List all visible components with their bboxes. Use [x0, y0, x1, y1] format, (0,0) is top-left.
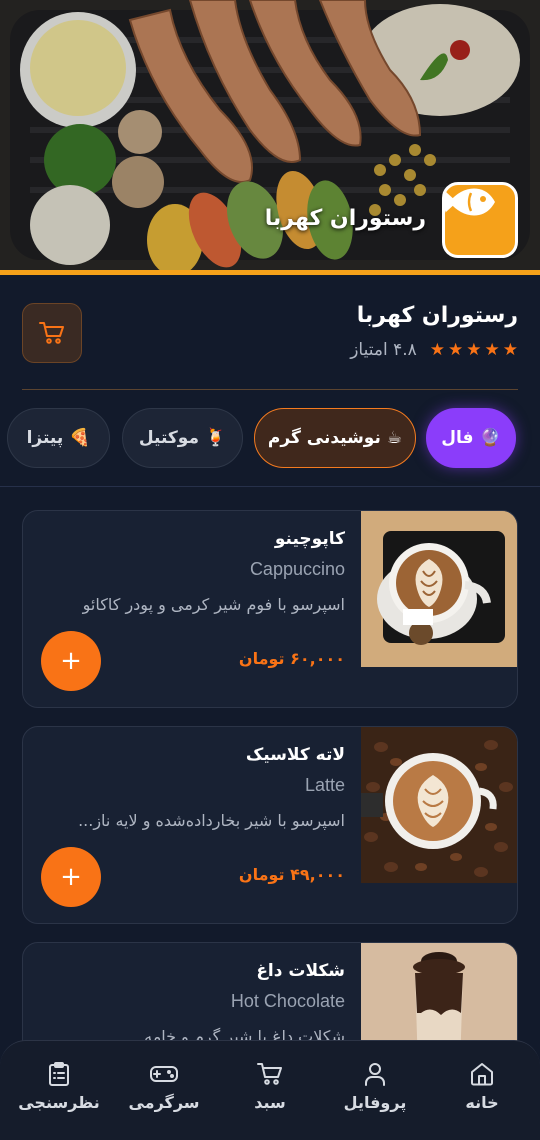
- nav-survey[interactable]: نظرسنجی: [11, 1061, 107, 1112]
- star-icon: ★: [448, 340, 464, 360]
- item-title: شکلات داغ: [256, 961, 345, 981]
- item-title: کاپوچینو: [274, 529, 345, 549]
- rating-value: ۴.۸: [393, 340, 417, 360]
- crystal-ball-icon: 🔮: [479, 428, 501, 448]
- nav-profile[interactable]: پروفایل: [327, 1061, 423, 1112]
- rating-row: ★ ★ ★ ★ ★ ۴.۸ امتیاز: [350, 340, 518, 360]
- menu-item-card[interactable]: کاپوچینو Cappuccino اسپرسو با فوم شیر کر…: [22, 510, 518, 708]
- category-pizza[interactable]: 🍕 پیتزا: [7, 408, 110, 468]
- rating-suffix: امتیاز: [350, 340, 388, 360]
- nav-profile-label: پروفایل: [343, 1093, 407, 1112]
- item-description: اسپرسو با شیر بخارداده‌شده و لایه ناز...: [78, 811, 345, 830]
- add-to-cart-button[interactable]: +: [41, 847, 101, 907]
- home-icon: [471, 1063, 493, 1086]
- hero-banner: رستوران کهربا: [0, 0, 540, 272]
- cart-button[interactable]: [22, 303, 82, 363]
- hero-restaurant-name: رستوران کهربا: [264, 206, 426, 231]
- category-label: فال: [441, 428, 474, 448]
- category-mocktail[interactable]: 🍹 موکتیل: [122, 408, 243, 468]
- menu-item-card[interactable]: لاته کلاسیک Latte اسپرسو با شیر بخارداده…: [22, 726, 518, 924]
- category-bar: 🔮 فال ☕ نوشیدنی گرم 🍹 موکتیل 🍕 پیتزا: [0, 408, 540, 470]
- category-label: نوشیدنی گرم: [267, 428, 381, 448]
- category-label: پیتزا: [26, 428, 64, 448]
- nav-home[interactable]: خانه: [434, 1061, 530, 1112]
- clipboard-icon: [49, 1062, 69, 1086]
- item-price: ۴۹,۰۰۰ تومان: [238, 865, 345, 884]
- star-icon: ★: [429, 340, 445, 360]
- item-english-name: Hot Chocolate: [230, 991, 345, 1011]
- item-price: ۶۰,۰۰۰ تومان: [238, 649, 345, 668]
- nav-survey-label: نظرسنجی: [18, 1093, 100, 1112]
- restaurant-name: رستوران کهربا: [356, 303, 518, 328]
- star-icon: ★: [502, 340, 518, 360]
- cart-icon: [39, 322, 64, 344]
- bottom-navigation: خانه پروفایل سبد سرگرمی نظرسنجی: [0, 1040, 540, 1140]
- tropical-drink-icon: 🍹: [204, 428, 227, 448]
- coffee-icon: ☕: [386, 428, 403, 448]
- item-description: اسپرسو با فوم شیر کرمی و پودر کاکائو: [82, 595, 345, 614]
- add-to-cart-button[interactable]: +: [41, 631, 101, 691]
- cappuccino-image: [361, 511, 517, 667]
- pizza-icon: 🍕: [69, 428, 91, 448]
- star-icon: ★: [466, 340, 482, 360]
- item-english-name: Cappuccino: [249, 559, 345, 579]
- category-divider: [0, 486, 540, 487]
- cart-icon: [257, 1063, 282, 1085]
- nav-cart-label: سبد: [254, 1093, 286, 1112]
- item-title: لاته کلاسیک: [245, 745, 345, 765]
- category-label: موکتیل: [138, 428, 199, 448]
- category-hot-drinks[interactable]: ☕ نوشیدنی گرم: [254, 408, 416, 468]
- gamepad-icon: [150, 1066, 178, 1082]
- fish-icon: [442, 182, 518, 258]
- nav-games[interactable]: سرگرمی: [116, 1061, 212, 1112]
- info-divider: [22, 389, 518, 390]
- nav-cart[interactable]: سبد: [222, 1061, 318, 1112]
- nav-home-label: خانه: [465, 1093, 499, 1112]
- item-english-name: Latte: [304, 775, 345, 795]
- nav-games-label: سرگرمی: [128, 1093, 200, 1112]
- category-fal[interactable]: 🔮 فال: [426, 408, 516, 468]
- latte-image: [361, 727, 517, 883]
- user-icon: [365, 1063, 385, 1086]
- star-icon: ★: [484, 340, 500, 360]
